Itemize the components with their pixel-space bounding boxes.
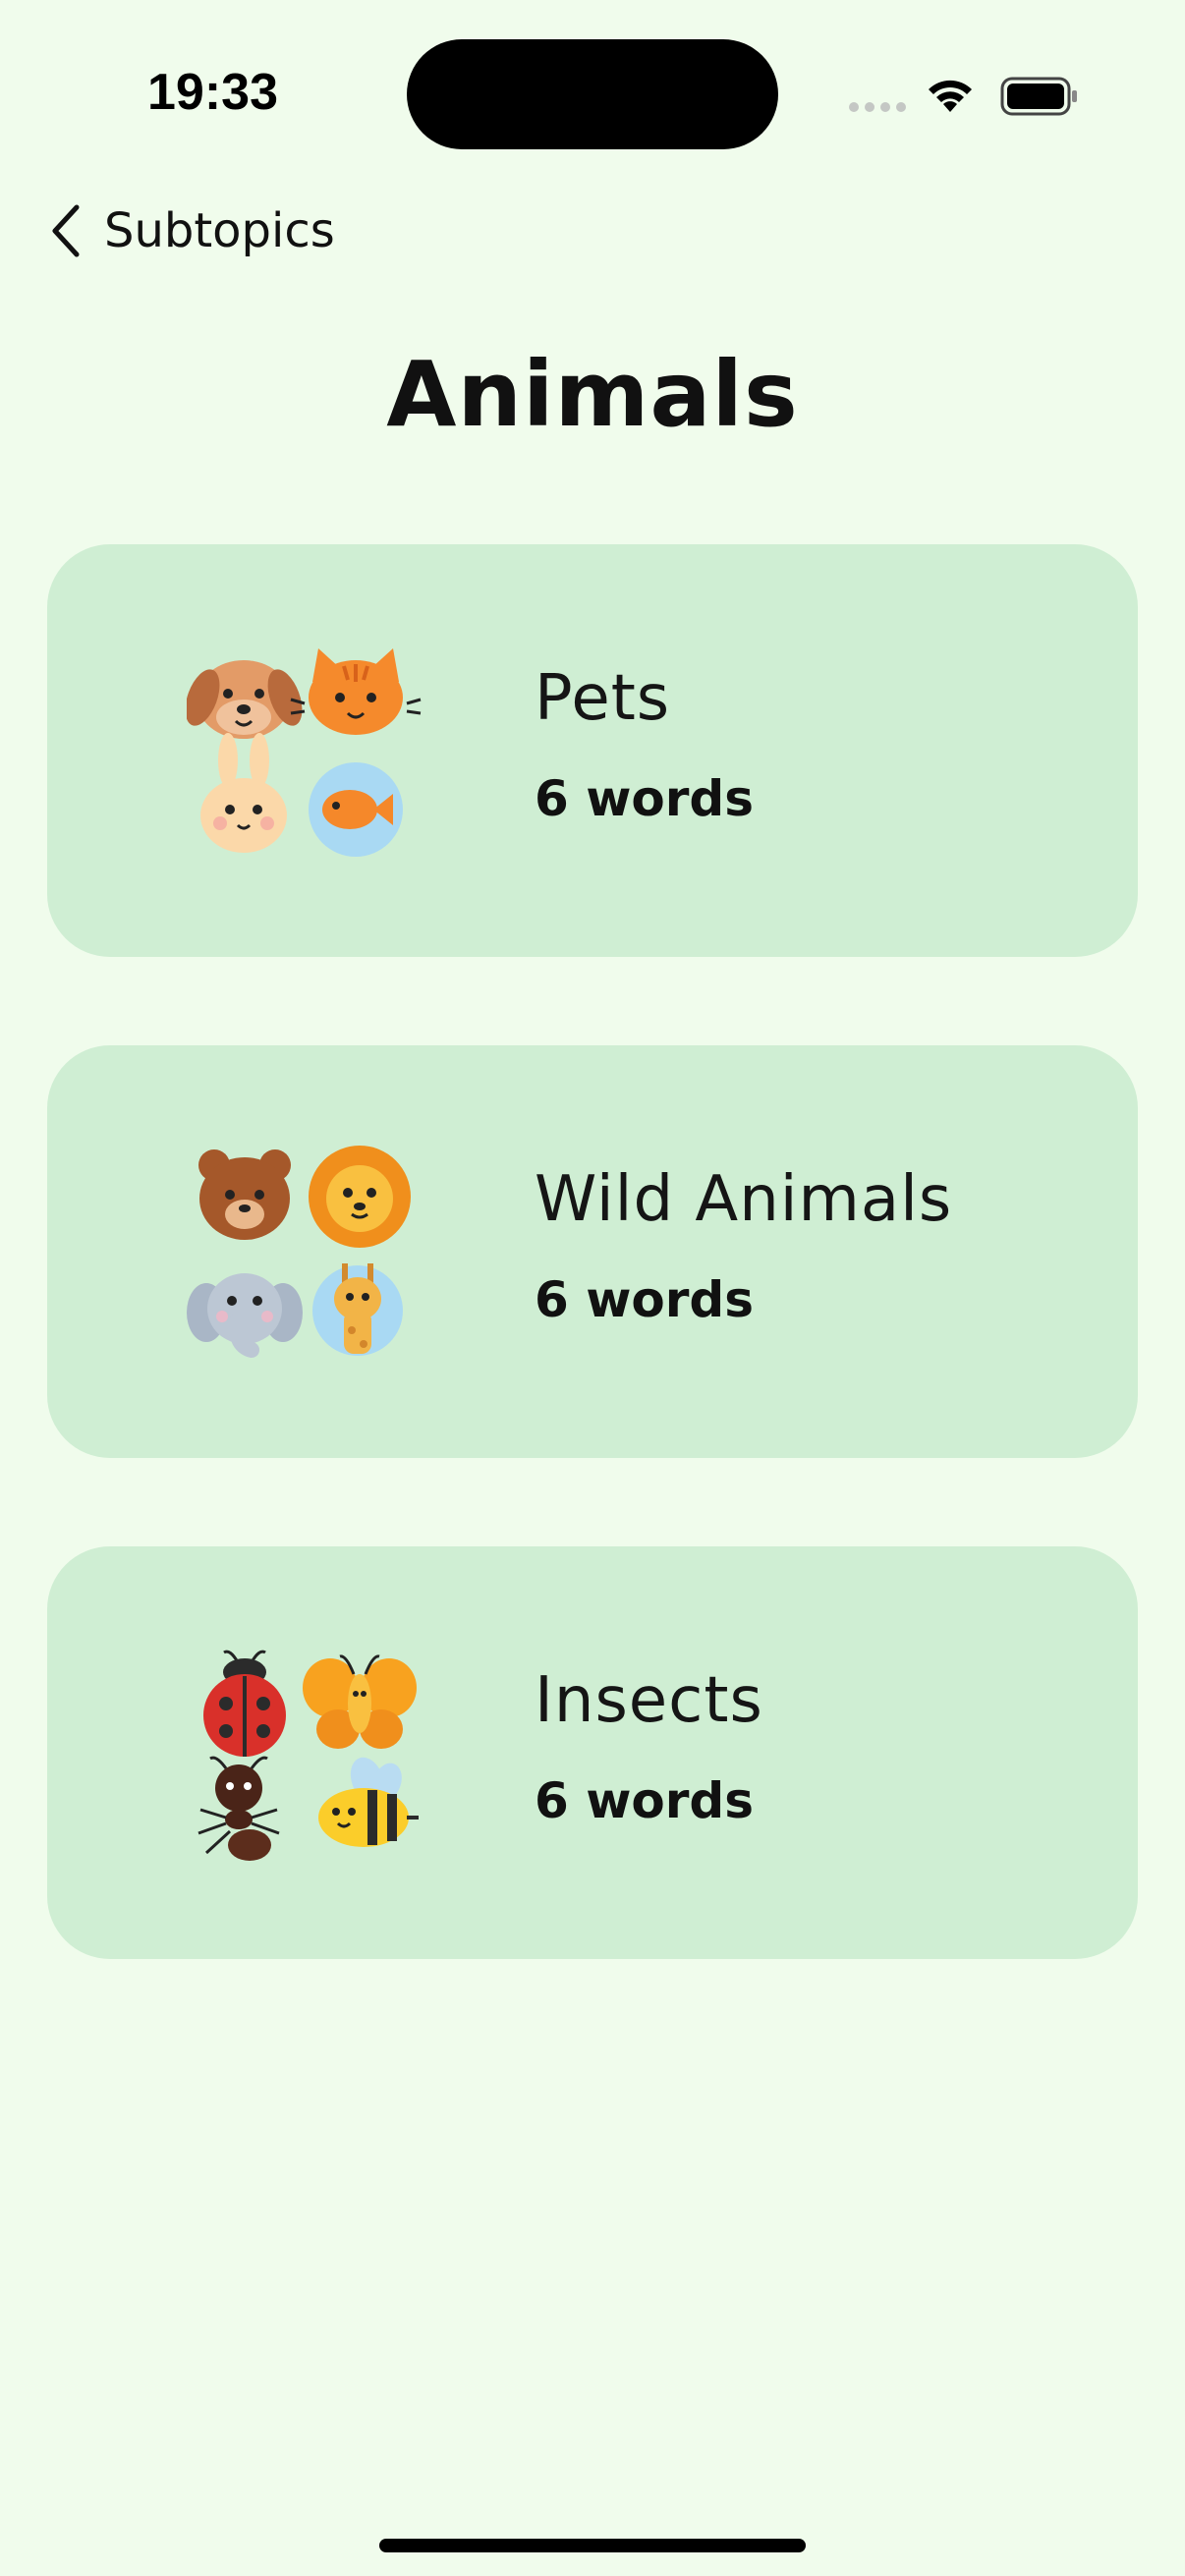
back-label: Subtopics	[104, 203, 335, 258]
cat-face-icon	[290, 648, 422, 735]
status-bar: 19:33	[0, 0, 1185, 196]
insects-illustration-icon	[198, 1650, 419, 1861]
elephant-face-icon	[187, 1273, 303, 1358]
subtopic-word-count: 6 words	[535, 1772, 754, 1829]
dynamic-island	[407, 39, 778, 149]
subtopic-word-count: 6 words	[535, 770, 754, 827]
battery-icon	[1000, 77, 1077, 116]
subtopic-card-insects[interactable]: Insects 6 words	[47, 1546, 1138, 1959]
subtopic-name: Insects	[535, 1664, 763, 1737]
dog-face-icon	[187, 660, 303, 739]
page-title: Animals	[386, 342, 799, 447]
lion-face-icon	[309, 1146, 411, 1248]
giraffe-icon	[312, 1263, 403, 1356]
subtopic-card-pets[interactable]: Pets 6 words	[47, 544, 1138, 957]
subtopic-card-wild-animals[interactable]: Wild Animals 6 words	[47, 1045, 1138, 1458]
rabbit-face-icon	[200, 733, 287, 853]
home-indicator[interactable]	[379, 2539, 806, 2552]
butterfly-icon	[303, 1654, 417, 1749]
wild-animals-illustration-icon	[187, 1146, 411, 1358]
pets-illustration-icon	[187, 648, 422, 857]
status-time: 19:33	[147, 64, 278, 121]
subtopic-name: Pets	[535, 662, 671, 735]
wifi-icon	[929, 80, 972, 112]
bear-face-icon	[198, 1149, 291, 1240]
ladybug-icon	[203, 1650, 286, 1757]
ant-icon	[198, 1756, 280, 1861]
cellular-signal-icon	[849, 102, 906, 112]
subtopic-word-count: 6 words	[535, 1271, 754, 1328]
chevron-left-icon	[52, 204, 80, 257]
subtopic-name: Wild Animals	[535, 1163, 953, 1236]
bee-icon	[318, 1757, 419, 1847]
back-button[interactable]: Subtopics	[47, 196, 335, 265]
goldfish-icon	[309, 762, 403, 857]
